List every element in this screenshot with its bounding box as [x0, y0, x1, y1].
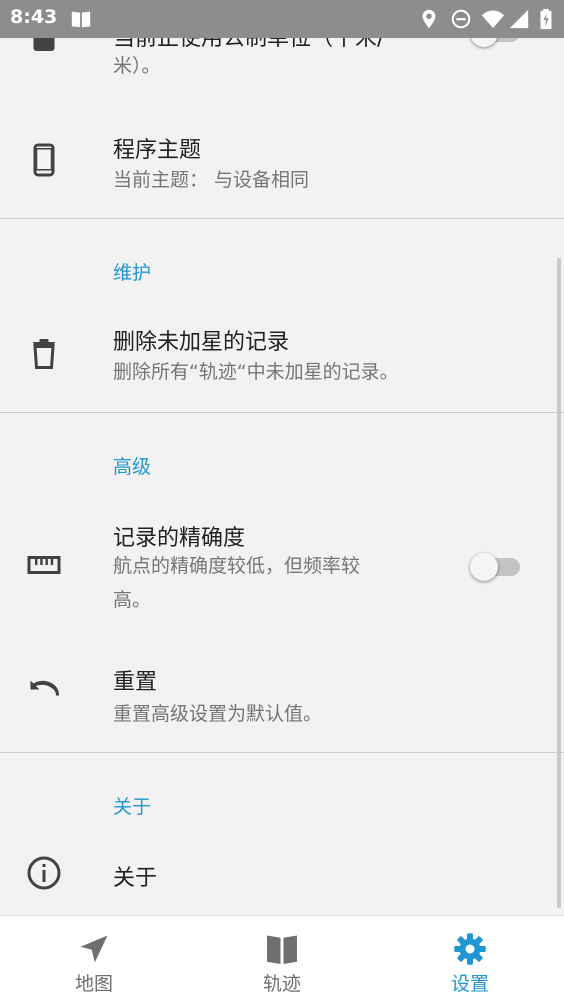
- reset-summary: 重置高级设置为默认值。: [113, 703, 323, 725]
- delete-unstarred-item[interactable]: 删除未加星的记录 删除所有“轨迹“中未加星的记录。: [0, 302, 564, 412]
- divider: [0, 412, 564, 413]
- dnd-icon: [451, 9, 471, 29]
- signal-icon: [509, 9, 529, 29]
- scrollbar[interactable]: [557, 258, 561, 908]
- nav-map-label: 地图: [74, 973, 113, 995]
- delete-unstarred-title: 删除未加星的记录: [113, 330, 290, 355]
- wifi-icon: [482, 10, 504, 29]
- delete-unstarred-summary: 删除所有“轨迹“中未加星的记录。: [113, 361, 399, 383]
- trash-icon: [33, 339, 55, 369]
- divider: [0, 752, 564, 753]
- accuracy-title: 记录的精确度: [113, 526, 246, 551]
- ruler-icon: [27, 556, 61, 574]
- units-setting-item[interactable]: 当前正使用公制单位（千米/ 米）。: [0, 38, 564, 110]
- divider: [0, 218, 564, 219]
- status-bar: 8:43: [0, 0, 564, 38]
- accuracy-setting-item[interactable]: 记录的精确度 航点的精确度较低，但频率较 高。: [0, 498, 564, 620]
- nav-settings-label: 设置: [450, 973, 489, 995]
- status-time: 8:43: [10, 6, 58, 28]
- about-item[interactable]: 关于: [0, 838, 564, 910]
- nav-tracks-label: 轨迹: [262, 973, 301, 995]
- units-icon: [33, 38, 55, 51]
- gear-icon: [454, 933, 486, 965]
- category-advanced: 高级: [113, 456, 152, 478]
- info-icon: [27, 856, 61, 890]
- phone-icon: [33, 143, 55, 177]
- theme-title: 程序主题: [113, 138, 202, 163]
- units-toggle[interactable]: [470, 38, 524, 47]
- book-icon: [71, 11, 91, 28]
- nav-settings[interactable]: 设置: [376, 916, 564, 1005]
- accuracy-toggle[interactable]: [470, 550, 524, 581]
- category-maintenance: 维护: [113, 262, 152, 284]
- location-icon: [422, 9, 436, 29]
- theme-summary: 当前主题： 与设备相同: [113, 169, 310, 191]
- units-summary: 米）。: [113, 55, 161, 77]
- navigation-arrow-icon: [80, 935, 108, 963]
- reset-title: 重置: [113, 670, 158, 695]
- bottom-navigation: 地图 轨迹 设置: [0, 915, 564, 1005]
- battery-icon: [540, 8, 552, 30]
- accuracy-summary-line2: 高。: [113, 589, 152, 611]
- nav-tracks[interactable]: 轨迹: [188, 916, 376, 1005]
- undo-icon: [30, 680, 59, 696]
- book-icon: [267, 935, 297, 964]
- accuracy-summary-line1: 航点的精确度较低，但频率较: [113, 555, 361, 577]
- theme-setting-item[interactable]: 程序主题 当前主题： 与设备相同: [0, 110, 564, 218]
- category-about: 关于: [113, 796, 152, 818]
- about-title: 关于: [113, 866, 158, 891]
- settings-list[interactable]: 当前正使用公制单位（千米/ 米）。 程序主题 当前主题： 与设备相同 维护 删除…: [0, 38, 564, 915]
- nav-map[interactable]: 地图: [0, 916, 188, 1005]
- reset-advanced-item[interactable]: 重置 重置高级设置为默认值。: [0, 642, 564, 752]
